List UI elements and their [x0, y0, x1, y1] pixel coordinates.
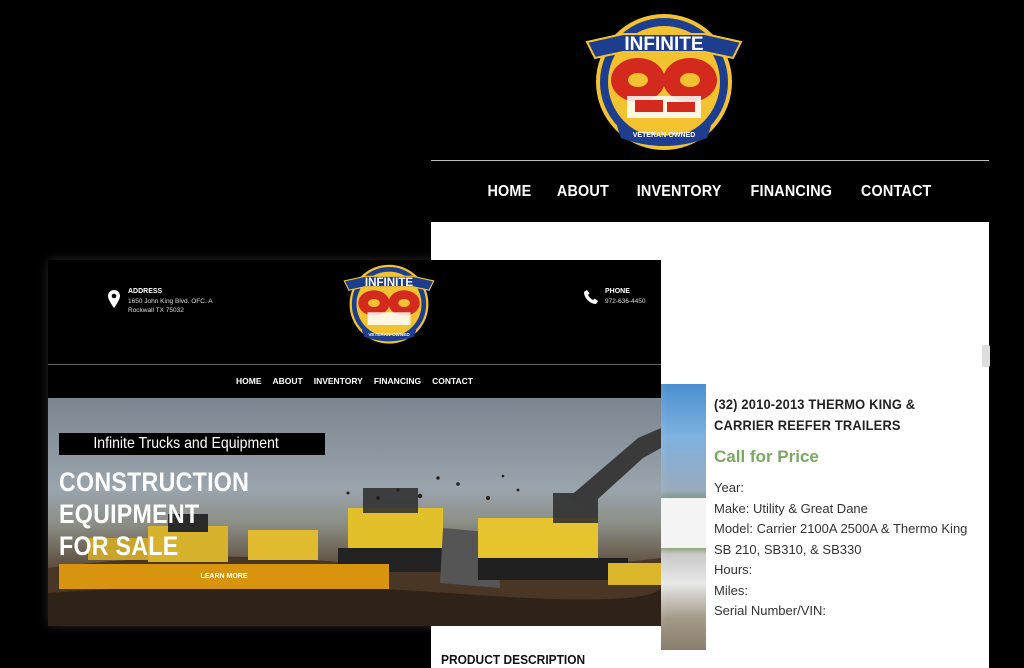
nav-inventory[interactable]: INVENTORY — [636, 183, 721, 201]
scrollbar-thumb[interactable] — [982, 345, 990, 367]
phone-number[interactable]: 972-636-4450 — [605, 298, 645, 307]
nav-home-small[interactable]: HOME — [236, 376, 262, 386]
spec-serial: Serial Number/VIN: — [714, 603, 826, 618]
nav-contact[interactable]: CONTACT — [861, 183, 932, 201]
nav-contact-small[interactable]: CONTACT — [432, 376, 473, 386]
product-title: (32) 2010-2013 THERMO KING & CARRIER REE… — [714, 396, 916, 433]
hero-banner: Infinite Trucks and Equipment CONSTRUCTI… — [48, 398, 661, 626]
hero-tagline-box: Infinite Trucks and Equipment — [59, 433, 325, 455]
address-block: ADDRESS 1650 John King Blvd. OFC. A Rock… — [108, 288, 213, 315]
nav-home[interactable]: HOME — [487, 183, 531, 201]
product-specs: Year: Make: Utility & Great Dane Model: … — [714, 478, 984, 622]
phone-icon — [584, 290, 598, 304]
infinite-logo[interactable]: INFINITE VETERAN-OWNED — [583, 6, 745, 154]
header-divider — [431, 160, 989, 161]
homepage-preview: ADDRESS 1650 John King Blvd. OFC. A Rock… — [48, 260, 661, 626]
product-image[interactable] — [661, 384, 706, 650]
main-nav: HOME ABOUT INVENTORY FINANCING CONTACT — [431, 183, 989, 201]
svg-text:INFINITE: INFINITE — [624, 34, 703, 55]
spec-year: Year: — [714, 480, 744, 495]
hero-headline-line1: CONSTRUCTION EQUIPMENT — [59, 467, 250, 529]
nav-financing-small[interactable]: FINANCING — [374, 376, 421, 386]
svg-text:INFINITE: INFINITE — [365, 276, 414, 289]
location-pin-icon — [108, 290, 120, 308]
nav-about[interactable]: ABOUT — [557, 183, 609, 201]
hero-headline: CONSTRUCTION EQUIPMENT FOR SALE — [59, 466, 334, 562]
nav-financing[interactable]: FINANCING — [750, 183, 832, 201]
spec-miles: Miles: — [714, 582, 748, 598]
main-nav-small: HOME ABOUT INVENTORY FINANCING CONTACT — [48, 376, 661, 386]
hero-tagline: Infinite Trucks and Equipment — [93, 435, 279, 452]
phone-block: PHONE 972-636-4450 — [584, 288, 645, 307]
learn-more-button[interactable]: LEARN MORE — [59, 564, 389, 589]
spec-make: Make: Utility & Great Dane — [714, 500, 868, 516]
infinite-logo-small[interactable]: INFINITE VETERAN-OWNED — [342, 260, 436, 346]
product-description-heading: PRODUCT DESCRIPTION — [441, 652, 586, 667]
nav-about-small[interactable]: ABOUT — [272, 376, 302, 386]
hero-headline-line2: FOR SALE — [59, 531, 179, 561]
address-line2: Rockwall TX 75032 — [128, 306, 184, 314]
svg-text:VETERAN-OWNED: VETERAN-OWNED — [368, 332, 410, 337]
header-divider-small — [48, 364, 661, 365]
phone-label: PHONE — [605, 288, 630, 295]
spec-hours: Hours: — [714, 562, 753, 577]
nav-inventory-small[interactable]: INVENTORY — [314, 376, 363, 386]
price-label: Call for Price — [714, 447, 819, 466]
spec-model: Model: Carrier 2100A 2500A & Thermo King… — [714, 521, 968, 557]
address-line1: 1650 John King Blvd. OFC. A — [128, 298, 213, 305]
trailer-graphic — [661, 498, 706, 548]
address-label: ADDRESS — [128, 288, 163, 295]
svg-text:VETERAN-OWNED: VETERAN-OWNED — [633, 132, 696, 139]
